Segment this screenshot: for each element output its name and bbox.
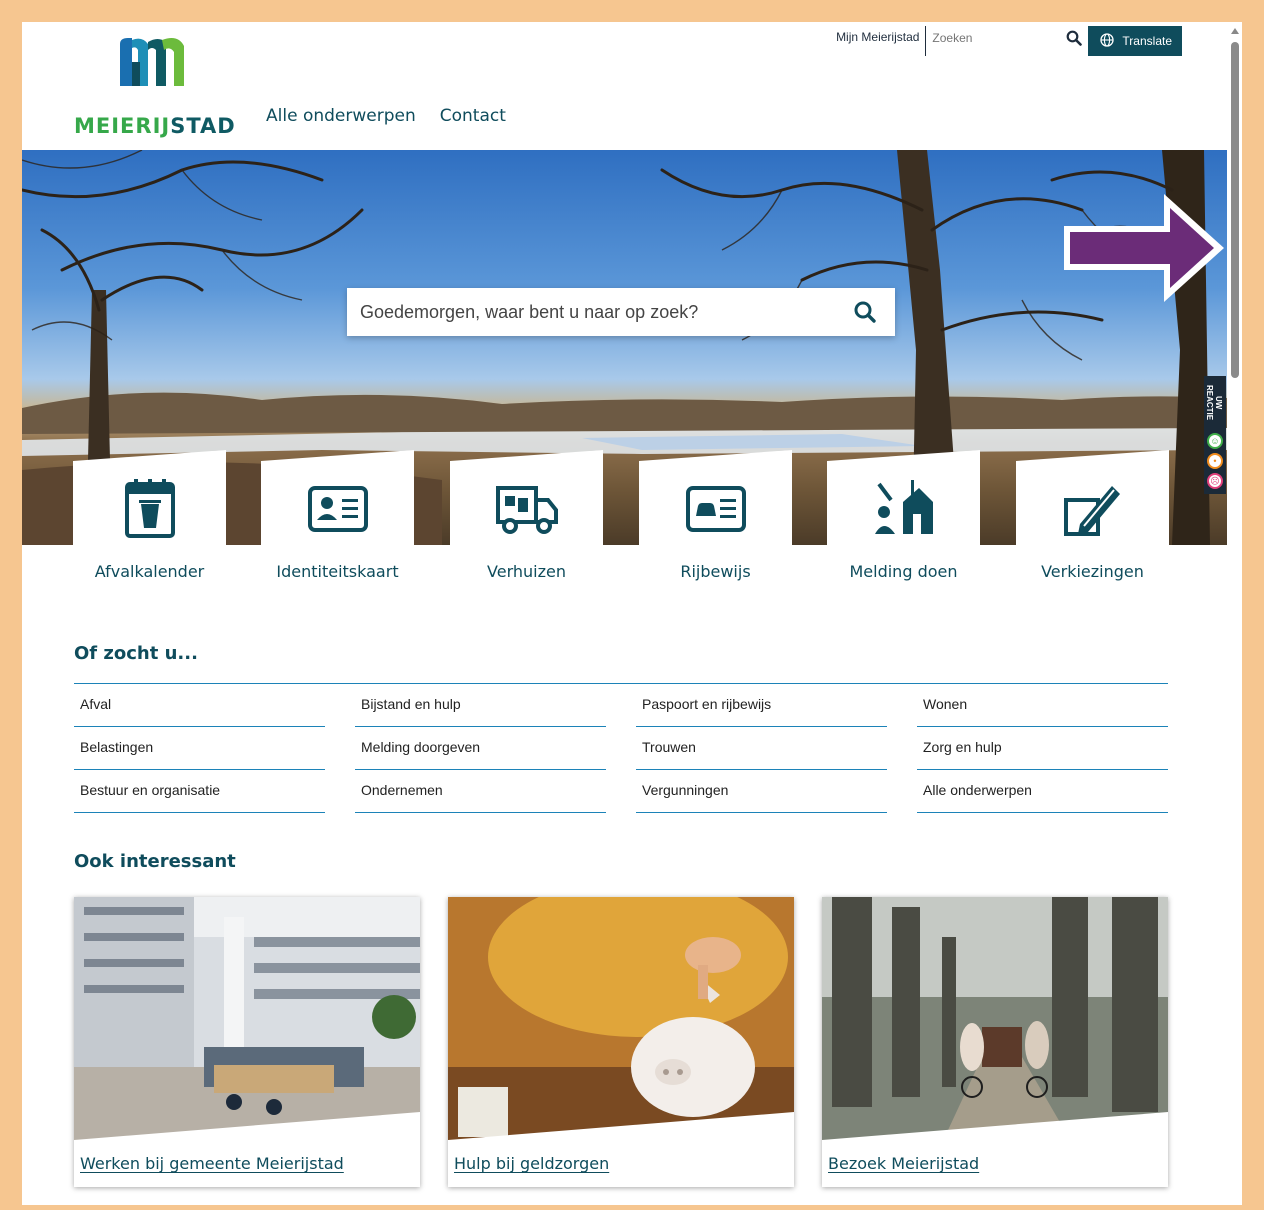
link-trouwen[interactable]: Trouwen bbox=[636, 727, 887, 770]
tile-label: Verhuizen bbox=[487, 562, 566, 581]
link-belastingen[interactable]: Belastingen bbox=[74, 727, 325, 770]
link-wonen[interactable]: Wonen bbox=[917, 684, 1168, 727]
main-nav: Alle onderwerpen Contact bbox=[266, 106, 506, 126]
tile-label: Identiteitskaart bbox=[276, 562, 399, 581]
feedback-label: UW REACTIE bbox=[1205, 385, 1223, 421]
driving-license-icon bbox=[686, 486, 746, 532]
site-logo[interactable]: MEIERIJSTAD bbox=[74, 36, 244, 138]
scroll-up-arrow-icon[interactable] bbox=[1231, 28, 1239, 34]
hero-search-box bbox=[347, 288, 895, 336]
moving-truck-icon bbox=[496, 486, 558, 534]
tile-afvalkalender[interactable]: Afvalkalender bbox=[73, 450, 226, 601]
tile-rijbewijs[interactable]: Rijbewijs bbox=[639, 450, 792, 601]
card-werken-bij[interactable]: Werken bij gemeente Meierijstad bbox=[74, 897, 420, 1187]
tile-verkiezingen[interactable]: Verkiezingen bbox=[1016, 450, 1169, 601]
sad-face-icon[interactable]: ☹ bbox=[1207, 473, 1223, 489]
calendar-bin-icon bbox=[125, 479, 175, 538]
card-link[interactable]: Bezoek Meierijstad bbox=[828, 1154, 979, 1173]
logo-wordmark: MEIERIJSTAD bbox=[74, 114, 236, 138]
card-hulp-bij-geldzorgen[interactable]: Hulp bij geldzorgen bbox=[448, 897, 794, 1187]
report-issue-icon bbox=[875, 480, 933, 534]
ook-interessant-heading: Ook interessant bbox=[74, 851, 236, 872]
card-link[interactable]: Werken bij gemeente Meierijstad bbox=[80, 1154, 344, 1173]
tree-lane-cyclists-image bbox=[822, 897, 1168, 1143]
tile-label: Afvalkalender bbox=[94, 562, 205, 581]
hero-search-input[interactable] bbox=[347, 288, 827, 336]
search-icon[interactable] bbox=[1066, 30, 1083, 51]
header-search bbox=[926, 26, 1088, 56]
link-column: Wonen Zorg en hulp Alle onderwerpen bbox=[917, 684, 1168, 813]
tile-label: Melding doen bbox=[849, 562, 958, 581]
link-vergunningen[interactable]: Vergunningen bbox=[636, 770, 887, 813]
link-zorg-en-hulp[interactable]: Zorg en hulp bbox=[917, 727, 1168, 770]
feature-cards: Werken bij gemeente Meierijstad Hulp bij… bbox=[74, 897, 1168, 1187]
globe-icon bbox=[1100, 32, 1115, 50]
link-column: Bijstand en hulp Melding doorgeven Onder… bbox=[355, 684, 606, 813]
tile-verhuizen[interactable]: Verhuizen bbox=[450, 450, 603, 601]
link-bijstand-en-hulp[interactable]: Bijstand en hulp bbox=[355, 684, 606, 727]
page-scrollbar[interactable] bbox=[1228, 22, 1242, 1205]
link-bestuur-en-organisatie[interactable]: Bestuur en organisatie bbox=[74, 770, 325, 813]
link-ondernemen[interactable]: Ondernemen bbox=[355, 770, 606, 813]
annotation-arrow-icon bbox=[1064, 194, 1224, 302]
piggy-bank-image bbox=[448, 897, 794, 1143]
id-card-icon bbox=[308, 486, 368, 532]
tile-melding-doen[interactable]: Melding doen bbox=[827, 450, 980, 601]
link-column: Afval Belastingen Bestuur en organisatie bbox=[74, 684, 325, 813]
tile-identiteitskaart[interactable]: Identiteitskaart bbox=[261, 450, 414, 601]
card-bezoek-meierijstad[interactable]: Bezoek Meierijstad bbox=[822, 897, 1168, 1187]
card-link[interactable]: Hulp bij geldzorgen bbox=[454, 1154, 609, 1173]
utility-bar: Mijn Meierijstad Translate bbox=[836, 26, 1182, 56]
link-column: Paspoort en rijbewijs Trouwen Vergunning… bbox=[636, 684, 887, 813]
office-interior-image bbox=[74, 897, 420, 1143]
quick-tiles: Afvalkalender Identiteitskaart Verhuizen bbox=[73, 450, 1169, 602]
translate-label: Translate bbox=[1122, 34, 1172, 48]
pen-vote-icon bbox=[1064, 486, 1120, 536]
happy-face-icon[interactable]: ☺ bbox=[1207, 433, 1223, 449]
header-search-input[interactable] bbox=[926, 26, 1067, 50]
nav-alle-onderwerpen[interactable]: Alle onderwerpen bbox=[266, 106, 416, 126]
link-afval[interactable]: Afval bbox=[74, 684, 325, 727]
link-melding-doorgeven[interactable]: Melding doorgeven bbox=[355, 727, 606, 770]
link-alle-onderwerpen[interactable]: Alle onderwerpen bbox=[917, 770, 1168, 813]
browser-viewport: MEIERIJSTAD Alle onderwerpen Contact Mij… bbox=[22, 22, 1242, 1205]
translate-button[interactable]: Translate bbox=[1088, 26, 1182, 56]
of-zocht-u-heading: Of zocht u... bbox=[74, 643, 198, 664]
logo-mark-icon bbox=[120, 38, 184, 86]
search-icon[interactable] bbox=[853, 300, 877, 329]
neutral-face-icon[interactable]: • bbox=[1207, 453, 1223, 469]
scrollbar-thumb[interactable] bbox=[1231, 42, 1239, 378]
nav-contact[interactable]: Contact bbox=[440, 106, 506, 126]
tile-label: Rijbewijs bbox=[680, 562, 751, 581]
mijn-meierijstad-link[interactable]: Mijn Meierijstad bbox=[836, 26, 927, 56]
link-paspoort-en-rijbewijs[interactable]: Paspoort en rijbewijs bbox=[636, 684, 887, 727]
feedback-tab[interactable]: UW REACTIE ☺ • ☹ bbox=[1204, 376, 1226, 494]
tile-label: Verkiezingen bbox=[1041, 562, 1144, 581]
